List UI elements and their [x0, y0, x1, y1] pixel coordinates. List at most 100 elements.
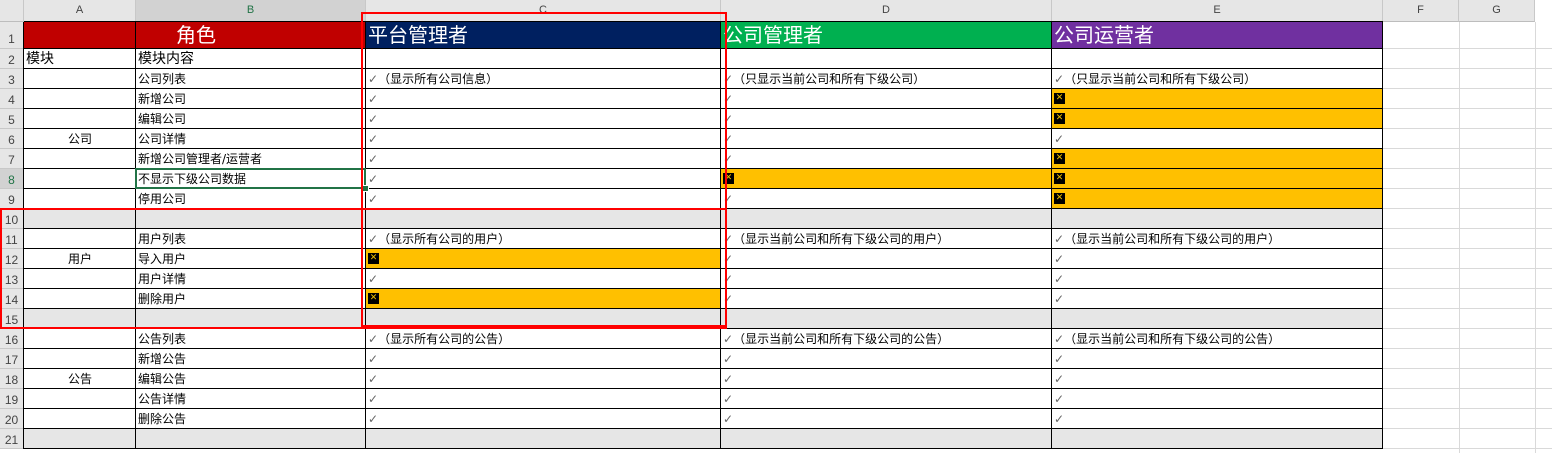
- permission-cell-d[interactable]: ✓: [721, 109, 1052, 129]
- column-header-f[interactable]: F: [1383, 0, 1459, 22]
- row-header-4[interactable]: 4: [0, 89, 24, 109]
- permission-name-cell[interactable]: 新增公司管理者/运营者: [136, 149, 366, 169]
- permission-name-cell[interactable]: 停用公司: [136, 189, 366, 209]
- row-header-8[interactable]: 8: [0, 169, 24, 189]
- row-header-1[interactable]: 1: [0, 22, 24, 49]
- gridline: [1383, 328, 1552, 329]
- check-icon: ✓: [1054, 232, 1065, 246]
- select-all-corner[interactable]: [0, 0, 24, 22]
- permission-cell-d[interactable]: ✓: [721, 369, 1052, 389]
- permission-cell-c[interactable]: ✓（显示所有公司的公告）: [366, 329, 721, 349]
- permission-cell-e[interactable]: ✓: [1052, 409, 1383, 429]
- column-header-a[interactable]: A: [24, 0, 136, 22]
- denied-icon: ✕: [1054, 113, 1065, 124]
- check-icon: ✓: [723, 392, 734, 406]
- company-operator-header-cell[interactable]: 公司运营者: [1052, 22, 1383, 49]
- permission-cell-c[interactable]: ✓: [366, 409, 721, 429]
- check-icon: ✓: [1054, 292, 1065, 306]
- permission-cell-c[interactable]: ✓: [366, 349, 721, 369]
- row-header-5[interactable]: 5: [0, 109, 24, 129]
- permission-cell-e[interactable]: ✓: [1052, 369, 1383, 389]
- module-label-cell[interactable]: 公司: [24, 129, 136, 149]
- permission-cell-e[interactable]: ✓: [1052, 269, 1383, 289]
- permission-name-cell[interactable]: 新增公告: [136, 349, 366, 369]
- check-icon: ✓: [368, 392, 379, 406]
- permission-cell-d[interactable]: ✓（显示当前公司和所有下级公司的用户）: [721, 229, 1052, 249]
- row-header-7[interactable]: 7: [0, 149, 24, 169]
- row-header-3[interactable]: 3: [0, 69, 24, 89]
- permission-cell-e[interactable]: ✓: [1052, 349, 1383, 369]
- cell-border: [24, 348, 1383, 349]
- column-header-g[interactable]: G: [1459, 0, 1535, 22]
- company-admin-header-cell[interactable]: 公司管理者: [721, 22, 1052, 49]
- check-icon: ✓: [723, 352, 734, 366]
- column-header-e[interactable]: E: [1052, 0, 1383, 22]
- row-header-17[interactable]: 17: [0, 349, 24, 369]
- permission-cell-e[interactable]: ✕: [1052, 189, 1383, 209]
- check-icon: ✓: [723, 332, 734, 346]
- denied-icon: ✕: [1054, 173, 1065, 184]
- row-header-18[interactable]: 18: [0, 369, 24, 389]
- permission-cell-e[interactable]: ✓: [1052, 389, 1383, 409]
- permission-cell-d[interactable]: ✓: [721, 249, 1052, 269]
- permission-cell-e[interactable]: ✕: [1052, 169, 1383, 189]
- permission-cell-d[interactable]: ✓: [721, 349, 1052, 369]
- gridline: [1383, 288, 1552, 289]
- permission-note: （只显示当前公司和所有下级公司）: [1064, 72, 1257, 86]
- permission-cell-d[interactable]: ✓: [721, 389, 1052, 409]
- red-highlight-box-user-rows: [0, 208, 727, 329]
- permission-cell-d[interactable]: ✓: [721, 89, 1052, 109]
- permission-cell-c[interactable]: ✓: [366, 389, 721, 409]
- permission-cell-e[interactable]: ✓: [1052, 249, 1383, 269]
- permission-name-cell[interactable]: 公司详情: [136, 129, 366, 149]
- permission-note: （显示当前公司和所有下级公司的用户）: [1064, 232, 1281, 246]
- gridline: [1383, 408, 1552, 409]
- check-icon: ✓: [1054, 392, 1065, 406]
- row-header-6[interactable]: 6: [0, 129, 24, 149]
- permission-name-cell[interactable]: 公司列表: [136, 69, 366, 89]
- row-header-21[interactable]: 21: [0, 429, 24, 449]
- gridline: [1383, 308, 1552, 309]
- permission-cell-d[interactable]: ✓: [721, 269, 1052, 289]
- permission-cell-d[interactable]: ✓: [721, 129, 1052, 149]
- permission-name-cell[interactable]: 公告列表: [136, 329, 366, 349]
- permission-cell-e[interactable]: ✓（显示当前公司和所有下级公司的公告）: [1052, 329, 1383, 349]
- permission-cell-c[interactable]: ✓: [366, 369, 721, 389]
- permission-cell-d[interactable]: ✕: [721, 169, 1052, 189]
- permission-cell-e[interactable]: ✓: [1052, 129, 1383, 149]
- gridline: [1383, 348, 1552, 349]
- module-label-cell[interactable]: 公告: [24, 369, 136, 389]
- check-icon: ✓: [1054, 132, 1065, 146]
- permission-name-cell[interactable]: 编辑公司: [136, 109, 366, 129]
- spreadsheet-grid[interactable]: A B C D E F G 1 2 3 4 5 6 7 8 9 10 11 12 13 14 15 16 17 18 19 20 21…: [0, 0, 1552, 453]
- permission-cell-e[interactable]: ✓（只显示当前公司和所有下级公司）: [1052, 69, 1383, 89]
- permission-cell-d[interactable]: ✓: [721, 409, 1052, 429]
- permission-cell-e[interactable]: ✕: [1052, 109, 1383, 129]
- permission-cell-d[interactable]: ✓: [721, 289, 1052, 309]
- gridline: [1383, 268, 1552, 269]
- module-content-header-cell[interactable]: 模块内容: [136, 49, 366, 69]
- row-header-19[interactable]: 19: [0, 389, 24, 409]
- permission-cell-e[interactable]: ✓（显示当前公司和所有下级公司的用户）: [1052, 229, 1383, 249]
- permission-name-cell[interactable]: 编辑公告: [136, 369, 366, 389]
- row-header-9[interactable]: 9: [0, 189, 24, 209]
- column-header-b[interactable]: B: [136, 0, 366, 22]
- role-header-cell[interactable]: 角色: [24, 22, 366, 49]
- row-header-2[interactable]: 2: [0, 49, 24, 69]
- blank-separator-row: [24, 429, 1383, 449]
- permission-name-cell[interactable]: 删除公告: [136, 409, 366, 429]
- permission-name-cell[interactable]: 公告详情: [136, 389, 366, 409]
- module-header-cell[interactable]: 模块: [24, 49, 136, 69]
- cell-border: [24, 448, 1383, 449]
- permission-cell-e[interactable]: ✕: [1052, 149, 1383, 169]
- permission-cell-e[interactable]: ✓: [1052, 289, 1383, 309]
- permission-cell-d[interactable]: ✓: [721, 189, 1052, 209]
- permission-cell-d[interactable]: ✓（显示当前公司和所有下级公司的公告）: [721, 329, 1052, 349]
- row-header-16[interactable]: 16: [0, 329, 24, 349]
- row-header-20[interactable]: 20: [0, 409, 24, 429]
- permission-cell-d[interactable]: ✓: [721, 149, 1052, 169]
- column-header-d[interactable]: D: [721, 0, 1052, 22]
- permission-name-cell[interactable]: 新增公司: [136, 89, 366, 109]
- permission-cell-e[interactable]: ✕: [1052, 89, 1383, 109]
- permission-cell-d[interactable]: ✓（只显示当前公司和所有下级公司）: [721, 69, 1052, 89]
